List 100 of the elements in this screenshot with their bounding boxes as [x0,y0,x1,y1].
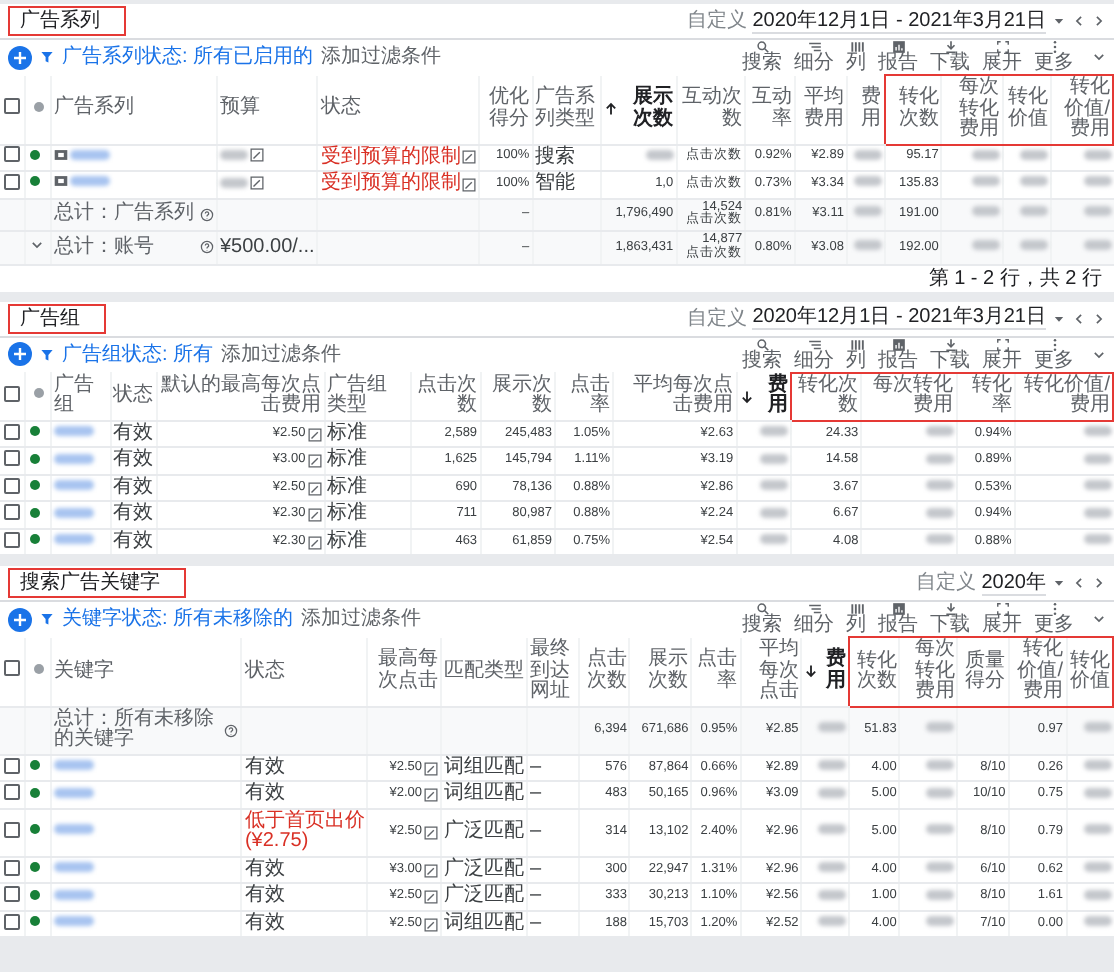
checkbox[interactable] [4,450,20,467]
edit-icon[interactable] [424,825,439,840]
dropdown-caret-icon[interactable] [1052,311,1066,326]
column-header[interactable]: 每次转化费用 [902,640,955,704]
add-filter-link[interactable]: 添加过滤条件 [221,343,342,366]
dropdown-caret-icon[interactable] [1052,14,1066,28]
column-header[interactable]: 转化价值/费用 [1054,78,1110,141]
column-header[interactable]: 广告组类型 [327,375,408,417]
column-header[interactable]: 广告系列类型 [535,88,599,130]
add-filter-link[interactable]: 添加过滤条件 [321,46,442,68]
help-icon[interactable] [200,207,214,222]
column-header[interactable]: 默认的最高每次点击费用 [159,375,322,417]
chevron-down-icon[interactable] [30,238,44,253]
filter-chip[interactable]: 广告系列状态: 所有已启用的 [62,46,314,68]
edit-icon[interactable] [424,917,439,931]
column-header[interactable]: 每次转化费用 [864,375,954,418]
filter-icon[interactable] [40,50,54,64]
report-button[interactable]: 报告 [876,337,920,372]
chevron-down-icon[interactable] [1092,612,1106,627]
download-icon[interactable] [943,40,957,54]
column-header[interactable]: 费用 [820,650,846,693]
column-header[interactable]: 费用 [755,375,789,417]
report-icon[interactable] [891,602,905,617]
column-header[interactable]: 转化次数 [794,375,859,418]
next-icon[interactable] [1092,311,1106,326]
checkbox[interactable] [4,886,20,903]
column-header[interactable]: 转化率 [959,375,1012,418]
edit-icon[interactable] [307,508,322,522]
next-icon[interactable] [1092,576,1106,591]
segment-icon[interactable] [807,337,821,352]
expand-icon[interactable] [995,602,1009,617]
checkbox[interactable] [4,385,20,402]
edit-icon[interactable] [462,177,477,192]
edit-icon[interactable] [307,427,322,441]
expand-button[interactable]: 展开 [980,337,1024,372]
column-header[interactable]: 状态 [244,661,285,682]
columns-icon[interactable] [849,40,863,54]
column-header[interactable]: 互动率 [748,88,792,130]
column-header[interactable]: 互动次数 [679,88,743,130]
column-header[interactable]: 关键字 [54,661,114,682]
checkbox[interactable] [4,859,20,876]
download-icon[interactable] [943,337,957,352]
segment-icon[interactable] [807,602,821,617]
report-button[interactable]: 报告 [876,602,920,637]
date-range-picker[interactable]: 2020年12月1日 - 2021年3月21日 [752,306,1046,331]
column-header[interactable]: 展示次数 [620,88,674,130]
column-header[interactable]: 广告组 [54,375,108,417]
arrow-down-icon[interactable] [804,664,819,679]
add-button[interactable] [8,607,32,632]
dropdown-caret-icon[interactable] [1052,576,1066,591]
columns-icon[interactable] [849,602,863,617]
arrow-down-icon[interactable] [739,389,754,403]
checkbox[interactable] [4,173,20,190]
column-header[interactable]: 预算 [220,98,260,120]
column-header[interactable]: 匹配类型 [444,661,525,682]
search-icon[interactable] [755,40,769,54]
more-button[interactable]: 更多 [1032,40,1076,74]
add-button[interactable] [8,45,32,69]
checkbox[interactable] [4,146,20,163]
column-header[interactable]: 展示次数 [632,650,689,693]
segment-icon[interactable] [807,40,821,54]
add-button[interactable] [8,342,32,367]
column-header[interactable]: 平均每次点击费用 [616,375,734,417]
column-header[interactable]: 费用 [849,88,882,130]
column-header[interactable]: 点击率 [557,375,611,417]
date-range-picker[interactable]: 2020年 [981,571,1046,596]
column-header[interactable]: 最终到达网址 [530,640,577,703]
report-button[interactable]: 报告 [876,40,920,74]
column-header[interactable]: 每次转化费用 [944,78,1000,141]
arrow-up-icon[interactable] [604,102,619,116]
filter-icon[interactable] [40,612,54,627]
next-icon[interactable] [1092,14,1106,28]
search-icon[interactable] [755,337,769,352]
report-icon[interactable] [891,40,905,54]
checkbox[interactable] [4,477,20,494]
column-header[interactable]: 转化价值/费用 [1017,375,1110,418]
column-header[interactable]: 点击次数 [582,650,627,693]
checkbox[interactable] [4,98,20,115]
segment-button[interactable]: 细分 [792,40,836,74]
filter-icon[interactable] [40,347,54,362]
edit-icon[interactable] [462,150,477,165]
column-header[interactable]: 最高每次点击 [370,650,439,693]
download-button[interactable]: 下载 [928,40,972,74]
add-filter-link[interactable]: 添加过滤条件 [301,608,422,631]
checkbox[interactable] [4,821,20,838]
more-button[interactable]: 更多 [1032,337,1076,372]
checkbox[interactable] [4,423,20,440]
column-header[interactable]: 平均费用 [797,88,844,130]
segment-button[interactable]: 细分 [792,337,836,372]
column-header[interactable]: 点击率 [694,650,738,693]
edit-icon[interactable] [424,863,439,877]
download-icon[interactable] [943,602,957,617]
column-header[interactable]: 点击次数 [413,375,478,417]
column-header[interactable]: 状态 [113,385,154,407]
segment-button[interactable]: 细分 [792,602,836,637]
filter-chip[interactable]: 关键字状态: 所有未移除的 [62,608,294,631]
column-header[interactable]: 状态 [320,98,361,120]
previous-icon[interactable] [1072,14,1086,28]
search-button[interactable]: 搜索 [740,602,784,637]
download-button[interactable]: 下载 [928,337,972,372]
